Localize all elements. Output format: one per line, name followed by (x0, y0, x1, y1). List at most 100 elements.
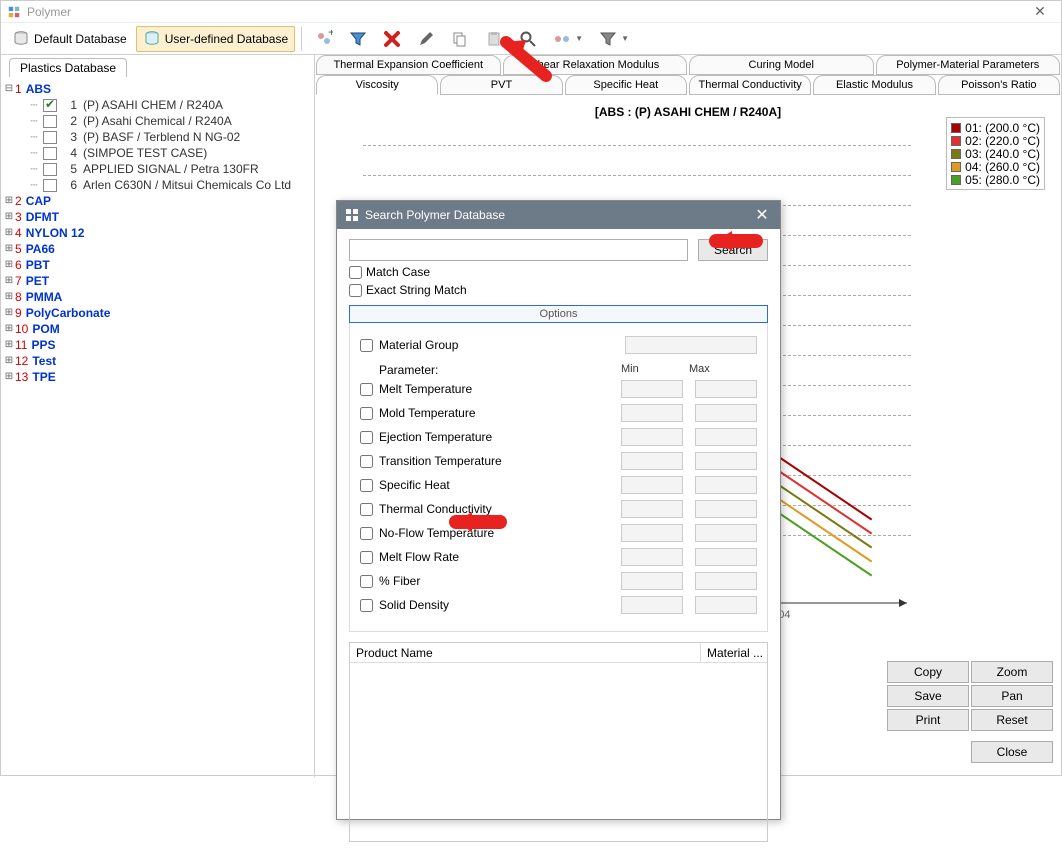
material-group-checkbox[interactable] (360, 339, 373, 352)
paste-button[interactable] (478, 26, 510, 52)
param-min-field[interactable] (621, 428, 683, 446)
property-tab[interactable]: Polymer-Material Parameters (876, 55, 1061, 75)
match-case-checkbox[interactable] (349, 266, 362, 279)
dialog-close-button[interactable]: ✕ (752, 205, 772, 225)
tab-plastics-database[interactable]: Plastics Database (9, 58, 127, 77)
twisty-icon[interactable]: ⊞ (3, 227, 15, 239)
property-tab[interactable]: Elastic Modulus (813, 75, 935, 95)
tree-group[interactable]: ⊞9PolyCarbonate (3, 305, 312, 321)
tree-group[interactable]: ⊞2CAP (3, 193, 312, 209)
param-checkbox[interactable] (360, 599, 373, 612)
param-checkbox[interactable] (360, 575, 373, 588)
options-expander[interactable]: Options (349, 305, 768, 323)
param-max-field[interactable] (695, 548, 757, 566)
filter-db-button[interactable]: ▼ (592, 26, 636, 52)
user-database-button[interactable]: User-defined Database (136, 26, 295, 52)
param-max-field[interactable] (695, 596, 757, 614)
search-results-list[interactable]: Product Name Material ... (349, 642, 768, 842)
param-max-field[interactable] (695, 500, 757, 518)
zoom-button[interactable]: Zoom (971, 661, 1053, 683)
param-min-field[interactable] (621, 404, 683, 422)
filter-button[interactable] (342, 26, 374, 52)
results-col-material[interactable]: Material ... (701, 646, 767, 660)
item-checkbox[interactable] (43, 147, 57, 160)
twisty-icon[interactable]: ⊞ (3, 307, 15, 319)
property-tab[interactable]: Shear Relaxation Modulus (503, 55, 688, 75)
tree-group[interactable]: ⊞4NYLON 12 (3, 225, 312, 241)
param-min-field[interactable] (621, 452, 683, 470)
close-panel-button[interactable]: Close (971, 741, 1053, 763)
tree-item[interactable]: ┄4(SIMPOE TEST CASE) (3, 145, 312, 161)
add-material-button[interactable]: + (308, 26, 340, 52)
item-checkbox[interactable] (43, 179, 57, 192)
property-tab[interactable]: Specific Heat (565, 75, 687, 95)
tree-group[interactable]: ⊞13TPE (3, 369, 312, 385)
param-max-field[interactable] (695, 380, 757, 398)
param-checkbox[interactable] (360, 431, 373, 444)
param-min-field[interactable] (621, 476, 683, 494)
save-chart-button[interactable]: Save (887, 685, 969, 707)
tree-item[interactable]: ┄3(P) BASF / Terblend N NG-02 (3, 129, 312, 145)
param-max-field[interactable] (695, 572, 757, 590)
edit-button[interactable] (410, 26, 442, 52)
item-checkbox[interactable] (43, 115, 57, 128)
reset-button[interactable]: Reset (971, 709, 1053, 731)
window-close-button[interactable]: ✕ (1025, 3, 1055, 20)
param-checkbox[interactable] (360, 455, 373, 468)
param-min-field[interactable] (621, 524, 683, 542)
param-max-field[interactable] (695, 428, 757, 446)
run-search-button[interactable]: Search (698, 239, 768, 261)
delete-button[interactable] (376, 26, 408, 52)
twisty-icon[interactable]: ⊞ (3, 195, 15, 207)
tree-group[interactable]: ⊞10POM (3, 321, 312, 337)
param-max-field[interactable] (695, 404, 757, 422)
item-checkbox[interactable] (43, 99, 57, 112)
pan-button[interactable]: Pan (971, 685, 1053, 707)
twisty-icon[interactable]: ⊞ (3, 355, 15, 367)
property-tab[interactable]: Curing Model (689, 55, 874, 75)
print-button[interactable]: Print (887, 709, 969, 731)
results-col-product[interactable]: Product Name (350, 643, 701, 663)
default-database-button[interactable]: Default Database (5, 26, 134, 52)
property-tab[interactable]: PVT (440, 75, 562, 95)
param-checkbox[interactable] (360, 479, 373, 492)
material-group-field[interactable] (625, 336, 757, 354)
property-tab[interactable]: Poisson's Ratio (938, 75, 1060, 95)
exact-match-checkbox[interactable] (349, 284, 362, 297)
param-checkbox[interactable] (360, 527, 373, 540)
param-checkbox[interactable] (360, 383, 373, 396)
twisty-icon[interactable]: ⊞ (3, 275, 15, 287)
twisty-icon[interactable]: ⊞ (3, 371, 15, 383)
param-min-field[interactable] (621, 572, 683, 590)
twisty-icon[interactable]: ⊟ (3, 83, 15, 95)
param-max-field[interactable] (695, 452, 757, 470)
copy-chart-button[interactable]: Copy (887, 661, 969, 683)
twisty-icon[interactable]: ⊞ (3, 259, 15, 271)
param-checkbox[interactable] (360, 407, 373, 420)
property-tab[interactable]: Viscosity (316, 75, 438, 95)
param-checkbox[interactable] (360, 503, 373, 516)
tree-group[interactable]: ⊞12Test (3, 353, 312, 369)
tree-group[interactable]: ⊞8PMMA (3, 289, 312, 305)
search-input[interactable] (349, 239, 688, 261)
twisty-icon[interactable]: ⊞ (3, 291, 15, 303)
param-max-field[interactable] (695, 476, 757, 494)
param-min-field[interactable] (621, 548, 683, 566)
item-checkbox[interactable] (43, 163, 57, 176)
tree-group[interactable]: ⊟1ABS (3, 81, 312, 97)
param-checkbox[interactable] (360, 551, 373, 564)
tree-item[interactable]: ┄1(P) ASAHI CHEM / R240A (3, 97, 312, 113)
tree-group[interactable]: ⊞6PBT (3, 257, 312, 273)
material-tree[interactable]: ⊟1ABS┄1(P) ASAHI CHEM / R240A┄2(P) Asahi… (1, 77, 314, 777)
search-button[interactable] (512, 26, 544, 52)
tree-item[interactable]: ┄5APPLIED SIGNAL / Petra 130FR (3, 161, 312, 177)
tree-group[interactable]: ⊞11PPS (3, 337, 312, 353)
tree-group[interactable]: ⊞7PET (3, 273, 312, 289)
param-min-field[interactable] (621, 596, 683, 614)
tree-item[interactable]: ┄2(P) Asahi Chemical / R240A (3, 113, 312, 129)
twisty-icon[interactable]: ⊞ (3, 211, 15, 223)
tree-group[interactable]: ⊞5PA66 (3, 241, 312, 257)
compare-button[interactable]: ▼ (546, 26, 590, 52)
twisty-icon[interactable]: ⊞ (3, 323, 15, 335)
dialog-title-bar[interactable]: Search Polymer Database ✕ (337, 201, 780, 229)
